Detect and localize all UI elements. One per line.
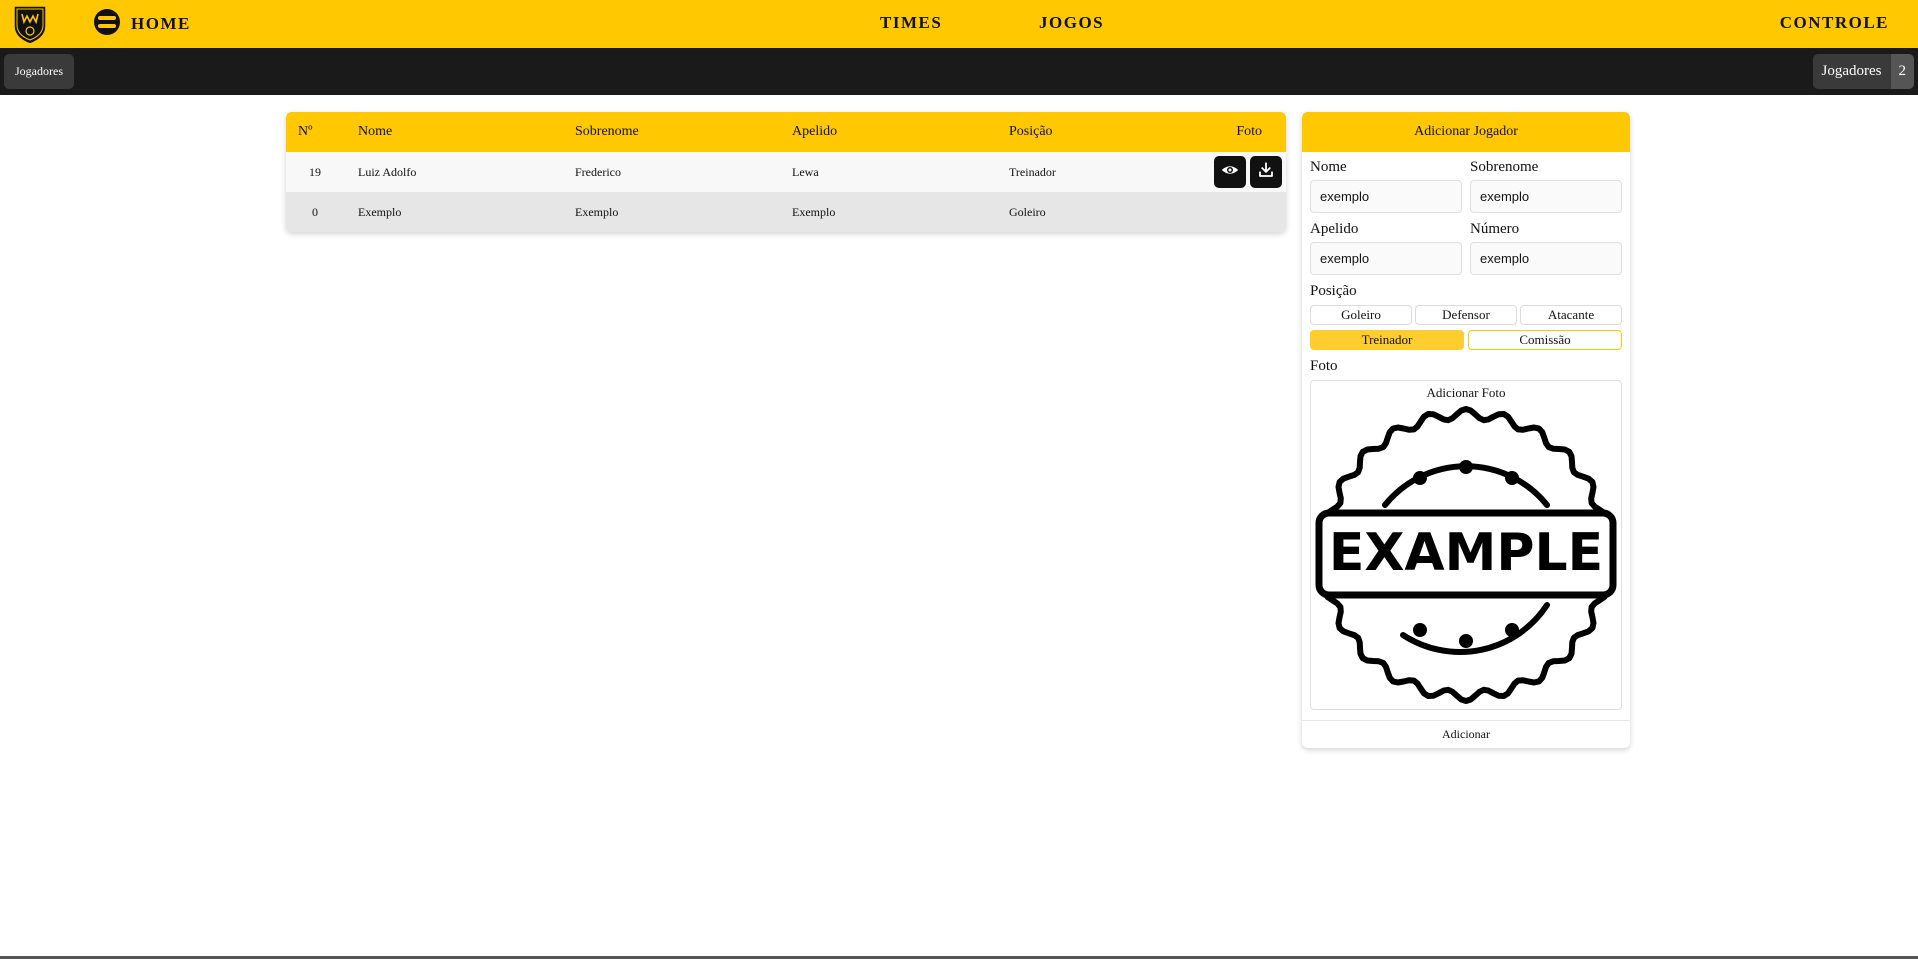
sobrenome-input[interactable]: exemplo	[1470, 180, 1622, 213]
cell-sobrenome: Exemplo	[575, 205, 619, 219]
header-foto: Foto	[1236, 124, 1262, 139]
numero-input[interactable]: exemplo	[1470, 242, 1622, 275]
cell-numero: 19	[309, 165, 321, 179]
count-label: Jogadores	[1812, 54, 1891, 89]
nav-controle[interactable]: CONTROLE	[1780, 13, 1889, 33]
nav-times[interactable]: TIMES	[880, 13, 942, 33]
header-numero: Nº	[298, 124, 313, 139]
club-crest-logo[interactable]	[10, 2, 50, 46]
cell-posicao: Treinador	[1009, 165, 1056, 179]
players-table: Nº Nome Sobrenome Apelido Posição Foto 1…	[286, 112, 1286, 232]
view-photo-button[interactable]	[1214, 156, 1246, 188]
example-stamp-image: EXAMPLE	[1313, 403, 1619, 708]
posicao-defensor-button[interactable]: Defensor	[1415, 305, 1517, 325]
table-header: Nº Nome Sobrenome Apelido Posição Foto	[286, 112, 1286, 152]
posicao-treinador-button[interactable]: Treinador	[1310, 330, 1464, 350]
nome-input[interactable]: exemplo	[1310, 180, 1462, 213]
cell-posicao: Goleiro	[1009, 205, 1046, 219]
cell-apelido: Exemplo	[792, 205, 836, 219]
stacked-layers-icon	[93, 8, 121, 41]
add-player-form: Adicionar Jogador Nome exemplo Sobrenome…	[1302, 112, 1630, 748]
sub-toolbar: Jogadores Jogadores 2	[0, 48, 1918, 95]
apelido-label: Apelido	[1310, 221, 1359, 237]
jogadores-button[interactable]: Jogadores	[4, 54, 74, 89]
adicionar-button[interactable]: Adicionar	[1302, 720, 1630, 748]
add-photo-label: Adicionar Foto	[1426, 385, 1506, 400]
posicao-goleiro-button[interactable]: Goleiro	[1310, 305, 1412, 325]
download-photo-button[interactable]	[1250, 156, 1282, 188]
download-icon	[1257, 161, 1275, 183]
top-navbar: HOME TIMES JOGOS CONTROLE	[0, 0, 1918, 48]
apelido-input[interactable]: exemplo	[1310, 242, 1462, 275]
numero-label: Número	[1470, 221, 1520, 237]
header-apelido: Apelido	[792, 124, 838, 139]
cell-apelido: Lewa	[792, 165, 819, 179]
nav-jogos[interactable]: JOGOS	[1039, 13, 1104, 33]
eye-icon	[1221, 161, 1239, 183]
photo-upload-area[interactable]: Adicionar Foto EXAMPLE	[1310, 380, 1622, 710]
header-nome: Nome	[358, 124, 393, 139]
header-sobrenome: Sobrenome	[575, 124, 639, 139]
cell-numero: 0	[312, 205, 318, 219]
stamp-text: EXAMPLE	[1329, 523, 1603, 583]
home-link[interactable]: HOME	[93, 8, 191, 41]
posicao-label: Posição	[1310, 283, 1357, 299]
nome-label: Nome	[1310, 159, 1347, 175]
table-row[interactable]: 0 Exemplo Exemplo Exemplo Goleiro	[286, 192, 1286, 232]
posicao-atacante-button[interactable]: Atacante	[1520, 305, 1622, 325]
home-label: HOME	[131, 14, 191, 33]
cell-nome: Exemplo	[358, 205, 402, 219]
foto-label: Foto	[1310, 358, 1338, 374]
header-posicao: Posição	[1009, 124, 1053, 139]
cell-sobrenome: Frederico	[575, 165, 621, 179]
jogadores-count-badge: Jogadores 2	[1812, 54, 1914, 89]
cell-nome: Luiz Adolfo	[358, 165, 417, 179]
count-value: 2	[1890, 54, 1914, 89]
form-title: Adicionar Jogador	[1302, 112, 1630, 152]
table-row[interactable]: 19 Luiz Adolfo Frederico Lewa Treinador	[286, 152, 1286, 192]
sobrenome-label: Sobrenome	[1470, 159, 1539, 175]
posicao-comissao-button[interactable]: Comissão	[1468, 330, 1622, 350]
